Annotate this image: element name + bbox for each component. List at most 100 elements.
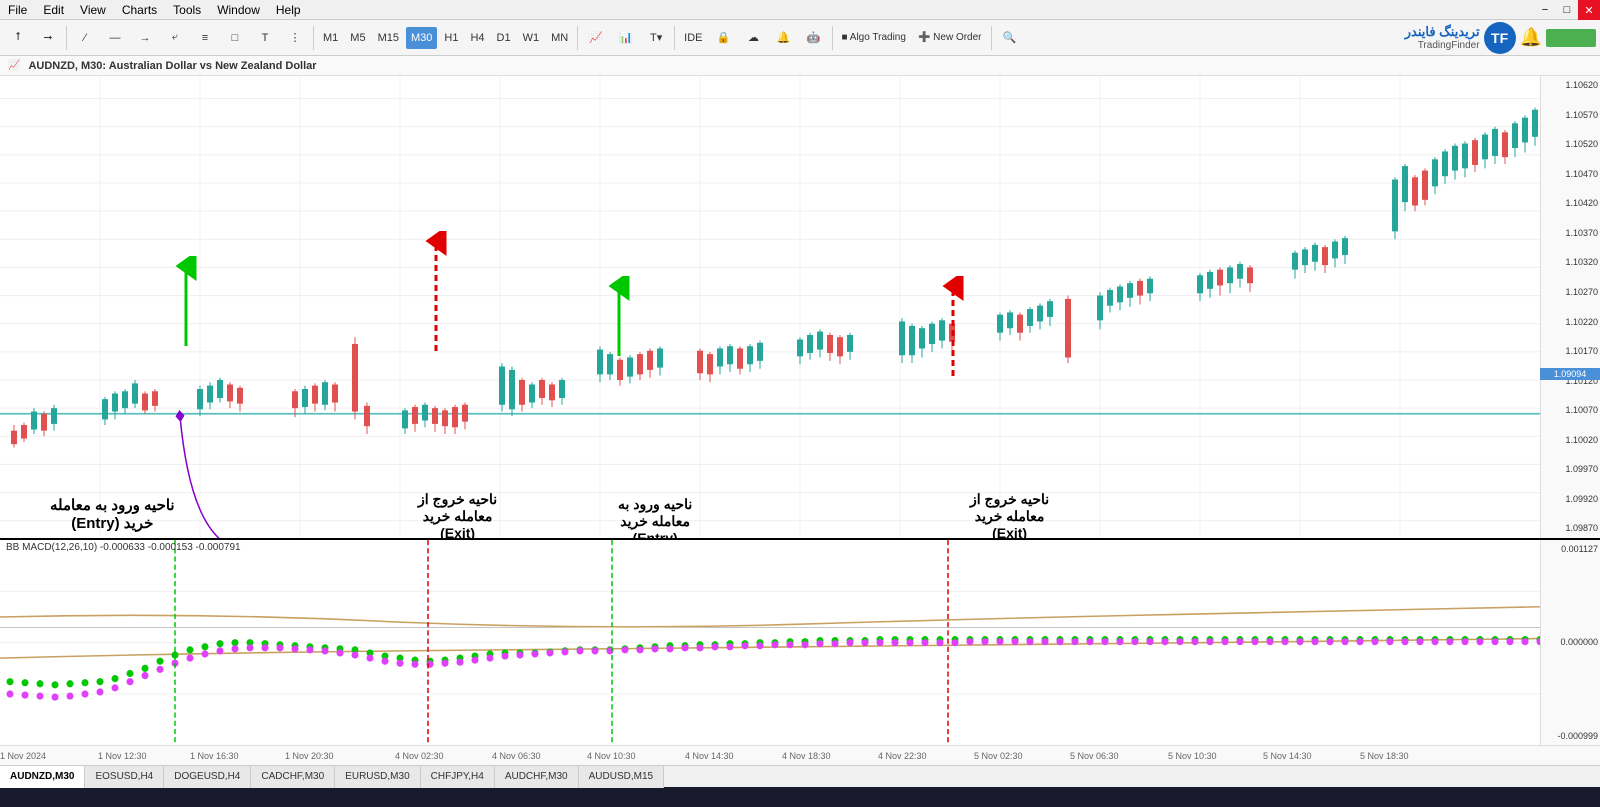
time-2: 1 Nov 16:30 <box>190 751 239 761</box>
cursor-tool[interactable]: ⭡ <box>4 24 32 52</box>
tab-3[interactable]: CADCHF,M30 <box>251 766 335 788</box>
price-8: 1.10270 <box>1543 287 1598 297</box>
time-0: 1 Nov 2024 <box>0 751 46 761</box>
maximize-button[interactable]: □ <box>1556 0 1578 20</box>
sep5 <box>832 26 833 50</box>
chart-container: 📈 AUDNZD, M30: Australian Dollar vs New … <box>0 56 1600 765</box>
price-7: 1.10320 <box>1543 257 1598 267</box>
algo-trading-btn[interactable]: ■ Algo Trading <box>837 24 911 52</box>
toolbar: ⭡ ⭢ ⁄ ― → ⤶ ≡ □ T ⋮ M1 M5 M15 M30 H1 H4 … <box>0 20 1600 56</box>
tab-2[interactable]: DOGEUSD,H4 <box>164 766 251 788</box>
new-order-btn[interactable]: ➕ New Order <box>913 24 987 52</box>
tf-m30[interactable]: M30 <box>406 27 437 49</box>
polyline-tool[interactable]: ⤶ <box>161 24 189 52</box>
price-3: 1.10520 <box>1543 139 1598 149</box>
macd-chart-svg <box>0 540 1540 745</box>
macd-level-1: 0.001127 <box>1543 544 1598 554</box>
menu-file[interactable]: File <box>8 3 27 17</box>
templates[interactable]: T▾ <box>642 24 670 52</box>
time-14: 5 Nov 18:30 <box>1360 751 1409 761</box>
window-controls: − □ ✕ <box>1534 0 1600 20</box>
alerts-btn[interactable]: 🔔 <box>770 24 798 52</box>
sep2 <box>313 26 314 50</box>
tab-1[interactable]: EOSUSD,H4 <box>85 766 164 788</box>
chart-title: AUDNZD, M30: Australian Dollar vs New Ze… <box>28 60 316 72</box>
ide-btn[interactable]: IDE <box>679 24 707 52</box>
cloud-btn[interactable]: ☁ <box>740 24 768 52</box>
price-1: 1.10620 <box>1543 80 1598 90</box>
lock-btn[interactable]: 🔒 <box>710 24 738 52</box>
line-tool[interactable]: ⁄ <box>71 24 99 52</box>
time-4: 4 Nov 02:30 <box>395 751 444 761</box>
time-10: 5 Nov 02:30 <box>974 751 1023 761</box>
robot-btn[interactable]: 🤖 <box>800 24 828 52</box>
time-3: 1 Nov 20:30 <box>285 751 334 761</box>
time-8: 4 Nov 18:30 <box>782 751 831 761</box>
tf-mn[interactable]: MN <box>546 27 573 49</box>
menu-tools[interactable]: Tools <box>173 3 201 17</box>
shapes-tool[interactable]: □ <box>221 24 249 52</box>
crosshair-tool[interactable]: ⭢ <box>34 24 62 52</box>
candle-group-nov4-night <box>899 318 955 363</box>
close-button[interactable]: ✕ <box>1578 0 1600 20</box>
macd-level-2: 0.000000 <box>1543 637 1598 647</box>
price-scale: 1.10620 1.10570 1.10520 1.10470 1.10420 … <box>1540 76 1600 538</box>
tf-h1[interactable]: H1 <box>439 27 463 49</box>
tf-h4[interactable]: H4 <box>465 27 489 49</box>
tab-0[interactable]: AUDNZD,M30 <box>0 766 85 788</box>
price-16: 1.09870 <box>1543 523 1598 533</box>
tab-5[interactable]: CHFJPY,H4 <box>421 766 495 788</box>
candle-group-nov5-early <box>997 296 1071 364</box>
price-9: 1.10220 <box>1543 317 1598 327</box>
zoom-in-btn[interactable]: 🔍 <box>996 24 1024 52</box>
minimize-button[interactable]: − <box>1534 0 1556 20</box>
candle-group-nov1-afternoon <box>197 378 243 416</box>
tf-m1[interactable]: M1 <box>318 27 343 49</box>
tf-m5[interactable]: M5 <box>345 27 370 49</box>
candle-group-nov4-afternoon <box>697 341 763 383</box>
sep4 <box>674 26 675 50</box>
tab-4[interactable]: EURUSD,M30 <box>335 766 420 788</box>
candle-group-nov4-evening <box>797 329 853 364</box>
ray-tool[interactable]: → <box>131 24 159 52</box>
sep6 <box>991 26 992 50</box>
channel-tool[interactable]: ≡ <box>191 24 219 52</box>
chart-type[interactable]: 📈 <box>582 24 610 52</box>
sep1 <box>66 26 67 50</box>
price-13: 1.10020 <box>1543 435 1598 445</box>
chart-title-bar: 📈 AUDNZD, M30: Australian Dollar vs New … <box>0 56 1600 76</box>
menu-charts[interactable]: Charts <box>122 3 157 17</box>
time-12: 5 Nov 10:30 <box>1168 751 1217 761</box>
notification-icon[interactable]: 🔔 <box>1520 27 1542 48</box>
tab-bar: AUDNZD,M30 EOSUSD,H4 DOGEUSD,H4 CADCHF,M… <box>0 765 1600 787</box>
time-9: 4 Nov 22:30 <box>878 751 927 761</box>
tab-7[interactable]: AUDUSD,M15 <box>579 766 664 788</box>
menu-window[interactable]: Window <box>217 3 260 17</box>
main-chart[interactable]: 1.10620 1.10570 1.10520 1.10470 1.10420 … <box>0 76 1600 538</box>
logo-text-en: TradingFinder <box>1405 40 1480 51</box>
tab-6[interactable]: AUDCHF,M30 <box>495 766 579 788</box>
logo-icon: TF <box>1484 22 1516 54</box>
tf-w1[interactable]: W1 <box>518 27 545 49</box>
tf-m15[interactable]: M15 <box>373 27 404 49</box>
more-tools[interactable]: ⋮ <box>281 24 309 52</box>
logo-text-fa: تریدینگ فایندر <box>1405 24 1480 40</box>
menu-edit[interactable]: Edit <box>43 3 64 17</box>
time-6: 4 Nov 10:30 <box>587 751 636 761</box>
hline-tool[interactable]: ― <box>101 24 129 52</box>
menu-bar: File Edit View Charts Tools Window Help … <box>0 0 1600 20</box>
menu-view[interactable]: View <box>80 3 106 17</box>
price-5: 1.10420 <box>1543 198 1598 208</box>
candle-group-early <box>11 405 57 448</box>
menu-help[interactable]: Help <box>276 3 301 17</box>
macd-chart[interactable]: BB MACD(12,26,10) -0.000633 -0.000153 -0… <box>0 538 1600 745</box>
price-6: 1.10370 <box>1543 228 1598 238</box>
candle-group-nov1-midday <box>102 380 158 425</box>
time-axis: 1 Nov 2024 1 Nov 12:30 1 Nov 16:30 1 Nov… <box>0 745 1600 765</box>
price-12: 1.10070 <box>1543 405 1598 415</box>
candle-group-nov4-early <box>402 403 468 435</box>
text-tool[interactable]: T <box>251 24 279 52</box>
price-14: 1.09970 <box>1543 464 1598 474</box>
tf-d1[interactable]: D1 <box>492 27 516 49</box>
indicators[interactable]: 📊 <box>612 24 640 52</box>
